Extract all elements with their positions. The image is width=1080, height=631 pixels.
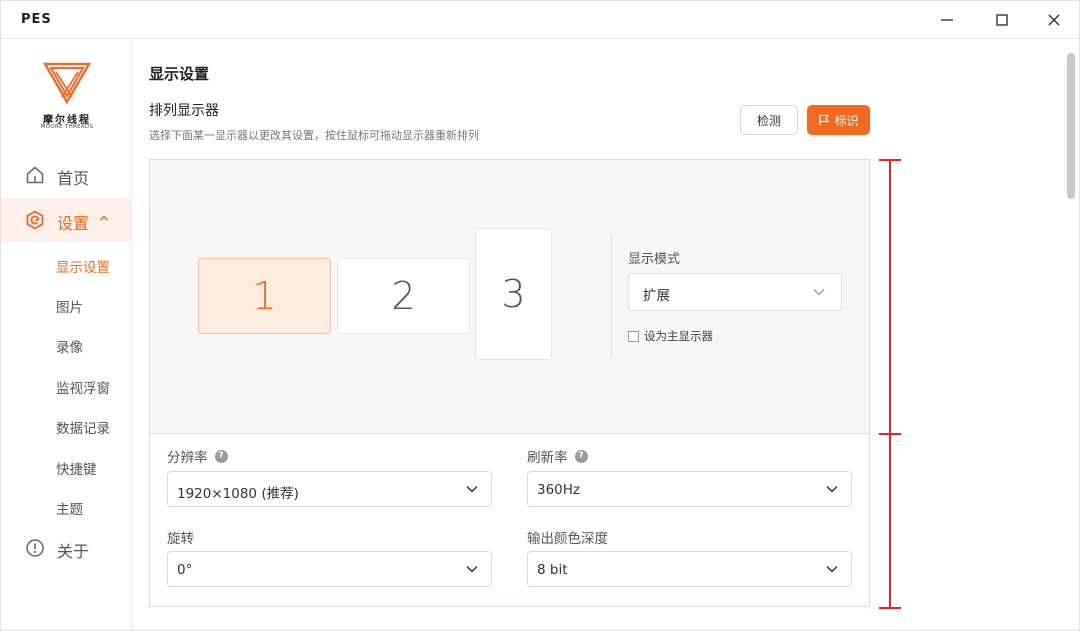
vertical-scrollbar[interactable] (1067, 53, 1075, 199)
info-icon (26, 539, 44, 557)
sidebar-subitem-pictures[interactable]: 图片 (1, 289, 131, 319)
section-description: 选择下面某一显示器以更改其设置，按住鼠标可拖动显示器重新排列 (149, 129, 479, 142)
chevron-down-icon (466, 486, 478, 493)
subitem-label: 快捷键 (56, 462, 97, 478)
sidebar-subitem-theme[interactable]: 主题 (1, 491, 131, 521)
refresh-rate-value: 360Hz (537, 482, 581, 498)
display-mode-label: 显示模式 (628, 252, 681, 267)
app-title: PES (21, 12, 52, 27)
chevron-down-icon (466, 566, 478, 573)
moore-threads-logo-icon (42, 62, 92, 105)
sidebar: 摩尔线程 MOORE THREADS 首页 设置 显示设置 图片 录像 监视浮窗… (1, 39, 132, 630)
section-title: 排列显示器 (149, 103, 219, 119)
identify-button-label: 标识 (834, 113, 859, 128)
minimize-icon (941, 19, 953, 21)
subitem-label: 显示设置 (56, 260, 110, 276)
settings-icon (26, 210, 44, 230)
sidebar-item-settings[interactable]: 设置 (1, 198, 131, 242)
flag-icon (819, 114, 830, 125)
color-depth-value: 8 bit (537, 562, 568, 578)
title-bar: PES (1, 1, 1079, 39)
detect-button-label: 检测 (756, 113, 781, 128)
rotation-select[interactable]: 0° (167, 551, 492, 587)
close-button[interactable] (1037, 7, 1071, 33)
resolution-select[interactable]: 1920×1080 (推荐) (167, 471, 492, 507)
sidebar-subitem-recording[interactable]: 录像 (1, 329, 131, 359)
monitor-2[interactable]: 2 (337, 258, 470, 334)
minimize-button[interactable] (930, 7, 964, 33)
color-depth-label: 输出颜色深度 (527, 527, 608, 547)
detect-button[interactable]: 检测 (740, 105, 798, 135)
dimension-bracket-annotation (879, 159, 901, 609)
brand-logo: 摩尔线程 MOORE THREADS (29, 59, 105, 133)
maximize-button[interactable] (985, 7, 1019, 33)
home-icon (26, 166, 44, 184)
subitem-label: 图片 (56, 300, 83, 316)
identify-button[interactable]: 标识 (807, 105, 870, 135)
help-icon[interactable]: ? (574, 449, 588, 463)
chevron-down-icon (826, 486, 838, 493)
subitem-label: 录像 (56, 340, 83, 356)
sidebar-subitem-display-settings[interactable]: 显示设置 (1, 249, 131, 279)
sidebar-item-label: 首页 (57, 169, 90, 188)
sidebar-subitem-data-log[interactable]: 数据记录 (1, 410, 131, 440)
rotation-value: 0° (177, 562, 193, 578)
panel-divider (611, 236, 612, 356)
sidebar-item-label: 设置 (57, 214, 90, 233)
maximize-icon (996, 14, 1008, 26)
refresh-rate-select[interactable]: 360Hz (527, 471, 852, 507)
refresh-rate-label: 刷新率 ? (527, 446, 588, 466)
help-icon[interactable]: ? (214, 449, 228, 463)
display-mode-select[interactable]: 扩展 (628, 273, 842, 311)
display-mode-value: 扩展 (643, 288, 670, 304)
sidebar-item-label: 关于 (57, 542, 90, 561)
resolution-label: 分辨率 ? (167, 446, 228, 466)
sidebar-subitem-monitor-overlay[interactable]: 监视浮窗 (1, 370, 131, 400)
rotation-label: 旋转 (167, 527, 194, 547)
chevron-up-icon (99, 215, 109, 221)
sidebar-item-about[interactable]: 关于 (1, 526, 131, 570)
monitor-3[interactable]: 3 (475, 228, 552, 360)
sidebar-item-home[interactable]: 首页 (1, 153, 131, 197)
app-window: PES 摩尔线程 MOORE THREADS 首页 设置 显示设置 图片 录像 … (0, 0, 1080, 631)
subitem-label: 数据记录 (56, 421, 110, 437)
color-depth-select[interactable]: 8 bit (527, 551, 852, 587)
set-primary-label: 设为主显示器 (644, 329, 713, 343)
color-depth-label-text: 输出颜色深度 (527, 531, 608, 547)
close-icon (1048, 14, 1060, 26)
set-primary-checkbox[interactable]: 设为主显示器 (628, 328, 713, 344)
brand-name-en: MOORE THREADS (40, 124, 94, 130)
checkbox-box[interactable] (628, 330, 639, 342)
resolution-label-text: 分辨率 (167, 450, 208, 466)
chevron-down-icon (813, 289, 825, 296)
subitem-label: 监视浮窗 (56, 381, 110, 397)
chevron-down-icon (826, 566, 838, 573)
refresh-rate-label-text: 刷新率 (527, 450, 568, 466)
rotation-label-text: 旋转 (167, 531, 194, 547)
page-title: 显示设置 (149, 65, 210, 83)
display-properties-panel: 分辨率 ? 1920×1080 (推荐) 刷新率 ? 360Hz 旋转 0° 输… (149, 434, 870, 607)
sidebar-subitem-hotkeys[interactable]: 快捷键 (1, 451, 131, 481)
subitem-label: 主题 (56, 502, 83, 518)
resolution-value: 1920×1080 (推荐) (177, 486, 299, 502)
main-content: 显示设置 排列显示器 选择下面某一显示器以更改其设置，按住鼠标可拖动显示器重新排… (132, 39, 1079, 630)
monitor-1[interactable]: 1 (198, 258, 331, 334)
monitor-arrangement-panel: 1 2 3 显示模式 扩展 设为主显示器 (149, 159, 870, 434)
